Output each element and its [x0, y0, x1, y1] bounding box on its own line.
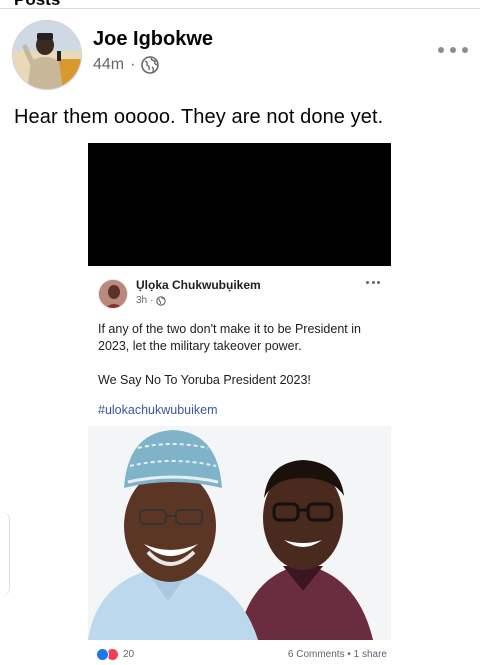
shared-author-name: Ụlọka Chukwubụikem [136, 278, 261, 292]
shared-post-time: 3h [136, 295, 148, 306]
reactions-summary: 20 [96, 648, 134, 661]
post-time[interactable]: 44m [93, 56, 124, 74]
post-text: Hear them ooooo. They are not done yet. [14, 106, 384, 128]
shared-author-avatar-image [99, 280, 127, 308]
shared-post-header: Ụlọka Chukwubụikem 3h · [98, 277, 386, 317]
comments-shares-count: 6 Comments • 1 share [287, 649, 387, 660]
redaction-block [88, 143, 391, 266]
portrait-illustration [88, 426, 391, 640]
author-avatar[interactable] [12, 20, 82, 90]
reaction-count: 20 [123, 649, 135, 660]
more-dot [438, 47, 444, 53]
shared-post-paragraph-2: We Say No To Yoruba President 2023! [98, 373, 311, 387]
author-name[interactable]: Joe Igbokwe [93, 28, 213, 51]
shared-post-paragraph-1: If any of the two don't make it to be Pr… [98, 322, 361, 353]
post-meta: 44m · [93, 56, 160, 74]
shared-post-meta: 3h · [136, 295, 167, 306]
more-dot [462, 47, 468, 53]
post-image[interactable]: Ụlọka Chukwubụikem 3h · If any of the tw… [88, 143, 391, 665]
shared-post-photo [88, 426, 391, 640]
shared-post-hashtag: #ulokachukwubuikem [98, 403, 218, 417]
globe-icon [156, 295, 167, 306]
globe-icon [141, 56, 160, 74]
side-panel-handle[interactable] [0, 512, 10, 596]
more-dot [366, 280, 369, 284]
meta-separator: · [130, 56, 136, 73]
more-dot [450, 47, 456, 53]
post-more-options-button[interactable] [438, 40, 468, 60]
more-dot [371, 280, 375, 284]
post-header: Joe Igbokwe 44m · [12, 20, 468, 92]
shared-author-avatar [98, 279, 128, 309]
more-horizontal-icon [366, 279, 380, 285]
posts-section-title: Posts [14, 0, 60, 8]
author-avatar-image [13, 21, 81, 89]
shared-post-footer: 20 6 Comments • 1 share [88, 646, 391, 664]
posts-section-header: Posts [0, 0, 480, 9]
shared-meta-separator: · [150, 295, 154, 306]
like-icon [96, 648, 109, 661]
more-dot [377, 280, 380, 284]
